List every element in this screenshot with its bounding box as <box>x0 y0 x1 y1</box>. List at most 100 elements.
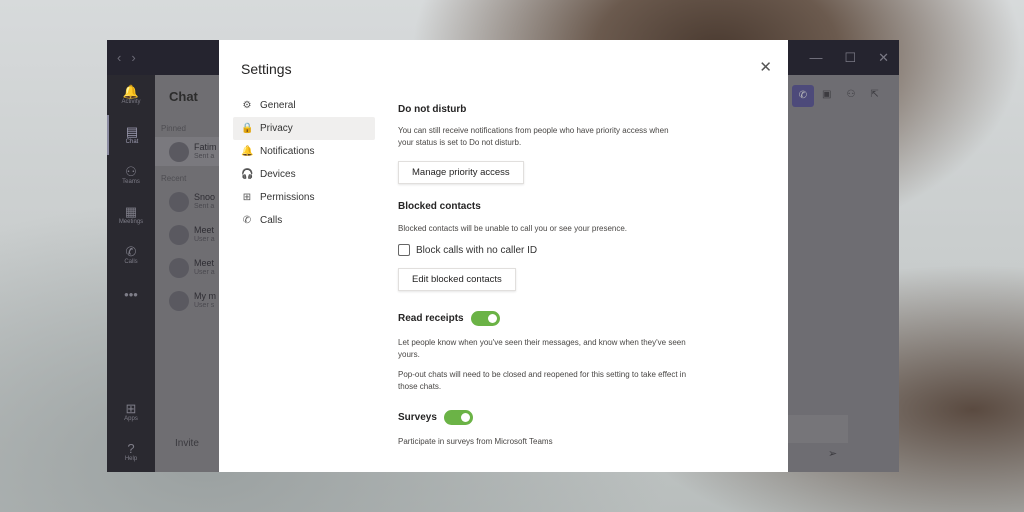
chat-list: Chat Pinned Fatim Sent a Recent Snoo Sent … <box>155 75 225 472</box>
chat-preview: User a <box>194 268 215 276</box>
rail-label: Calls <box>124 259 138 265</box>
pinned-label: Pinned <box>161 124 186 133</box>
menu-item-devices[interactable]: 🎧 Devices <box>233 163 375 186</box>
phone-icon: ✆ <box>125 244 137 259</box>
chat-name: Meet <box>194 257 215 268</box>
surveys-row: Surveys <box>398 410 473 425</box>
blocked-title: Blocked contacts <box>398 201 481 212</box>
maximize-icon[interactable]: ☐ <box>844 50 856 66</box>
calendar-icon: ▦ <box>124 204 138 219</box>
chat-icon: ▤ <box>125 124 139 139</box>
rail-item-apps[interactable]: ⊞ Apps <box>107 392 155 432</box>
read-receipts-toggle[interactable] <box>470 311 500 326</box>
dnd-title: Do not disturb <box>398 104 467 115</box>
chat-list-item[interactable]: Meet User a <box>155 253 225 282</box>
rail-item-calls[interactable]: ✆ Calls <box>107 235 155 275</box>
lock-icon: 🔒 <box>241 123 254 134</box>
chat-text: Meet User a <box>194 258 215 278</box>
popout-icon[interactable]: ⇱ <box>870 89 878 100</box>
invite-link[interactable]: Invite <box>155 438 199 449</box>
read-receipts-row: Read receipts <box>398 311 500 326</box>
rail-item-chat[interactable]: ▤ Chat <box>107 115 155 155</box>
menu-item-calls[interactable]: ✆ Calls <box>233 209 375 232</box>
add-people-icon[interactable]: ⚇ <box>846 89 855 100</box>
rail-label: Meetings <box>118 219 144 225</box>
permissions-icon: ⊞ <box>242 192 252 203</box>
menu-label: General <box>260 100 296 111</box>
chat-preview: User s <box>194 301 215 309</box>
rail-item-meetings[interactable]: ▦ Meetings <box>107 195 155 235</box>
edit-blocked-contacts-button[interactable]: Edit blocked contacts <box>398 268 516 291</box>
phone-icon: ✆ <box>242 215 252 226</box>
rail-label: Activity <box>121 99 141 105</box>
block-no-caller-id-checkbox[interactable]: Block calls with no caller ID <box>398 244 537 256</box>
share-screen-icon[interactable]: ▣ <box>822 89 831 100</box>
checkbox-box[interactable] <box>398 244 410 256</box>
send-icon[interactable]: ➢ <box>828 447 837 460</box>
rail-label: Apps <box>124 416 138 422</box>
menu-item-notifications[interactable]: 🔔 Notifications <box>233 140 375 163</box>
chat-name: Meet <box>194 224 215 235</box>
chat-preview: Sent a <box>194 202 215 210</box>
rail-label: Teams <box>122 179 140 185</box>
chat-list-item[interactable]: Fatim Sent a <box>155 137 225 166</box>
menu-label: Privacy <box>260 123 293 134</box>
read-receipts-title: Read receipts <box>398 313 464 324</box>
chat-preview: User a <box>194 235 215 243</box>
chat-list-item[interactable]: My m User s <box>155 286 225 315</box>
apps-icon: ⊞ <box>125 401 137 416</box>
rail-label: Chat <box>125 139 139 145</box>
back-forward-icons[interactable]: ‹› <box>117 50 146 65</box>
recent-label: Recent <box>161 174 187 183</box>
chat-pane: ✆ ▣ ⚇ ⇱ ➢ <box>788 75 899 472</box>
menu-item-general[interactable]: ⚙ General <box>233 94 375 117</box>
surveys-title: Surveys <box>398 412 437 423</box>
read-desc-2: Pop-out chats will need to be closed and… <box>398 370 687 391</box>
dnd-desc: You can still receive notifications from… <box>398 126 669 147</box>
surveys-toggle[interactable] <box>443 410 473 425</box>
help-icon: ? <box>127 441 135 456</box>
minimize-icon[interactable]: — <box>809 50 822 66</box>
chat-preview: Sent a <box>194 152 215 160</box>
app-rail: 🔔 Activity ▤ Chat ⚇ Teams ▦ Meetings ✆ Calls ••• ⊞ A… <box>107 75 155 472</box>
rail-item-more[interactable]: ••• <box>107 275 155 315</box>
headset-icon: 🎧 <box>241 169 254 180</box>
chat-list-item[interactable]: Snoo Sent a <box>155 187 225 216</box>
rail-bottom: ⊞ Apps? Help <box>107 392 155 472</box>
checkbox-label: Block calls with no caller ID <box>416 244 538 256</box>
menu-label: Calls <box>260 215 283 226</box>
surveys-desc: Participate in surveys from Microsoft Te… <box>398 437 553 446</box>
close-icon[interactable]: ✕ <box>759 58 772 76</box>
menu-label: Permissions <box>260 192 315 203</box>
dialog-title: Settings <box>241 61 292 77</box>
chat-name: Snoo <box>194 191 216 202</box>
avatar <box>169 141 189 162</box>
rail-item-help[interactable]: ? Help <box>107 432 155 472</box>
compose-box[interactable] <box>788 415 848 443</box>
avatar <box>169 224 189 245</box>
rail-item-teams[interactable]: ⚇ Teams <box>107 155 155 195</box>
bell-icon: 🔔 <box>241 146 254 157</box>
avatar <box>169 290 189 311</box>
teams-icon: ⚇ <box>125 164 137 179</box>
bell-icon: 🔔 <box>122 84 140 99</box>
manage-priority-access-button[interactable]: Manage priority access <box>398 161 524 184</box>
chat-text: Snoo Sent a <box>194 192 215 212</box>
gear-icon: ⚙ <box>242 100 252 111</box>
chat-list-item[interactable]: Meet User a <box>155 220 225 249</box>
call-button[interactable]: ✆ <box>792 85 814 107</box>
menu-item-privacy[interactable]: 🔒 Privacy <box>233 117 375 140</box>
chat-text: Fatim Sent a <box>194 142 217 162</box>
settings-dialog: Settings ✕ ⚙ General 🔒 Privacy 🔔 Notification… <box>219 40 788 472</box>
read-desc-1: Let people know when you've seen their m… <box>398 338 686 359</box>
menu-label: Devices <box>260 169 296 180</box>
menu-label: Notifications <box>260 146 315 157</box>
avatar <box>169 191 189 212</box>
chat-name: My m <box>194 290 216 301</box>
chat-title: Chat <box>169 89 198 104</box>
rail-label: Help <box>124 456 138 462</box>
menu-item-permissions[interactable]: ⊞ Permissions <box>233 186 375 209</box>
avatar <box>169 257 189 278</box>
close-window-icon[interactable]: ✕ <box>878 50 889 66</box>
rail-item-activity[interactable]: 🔔 Activity <box>107 75 155 115</box>
